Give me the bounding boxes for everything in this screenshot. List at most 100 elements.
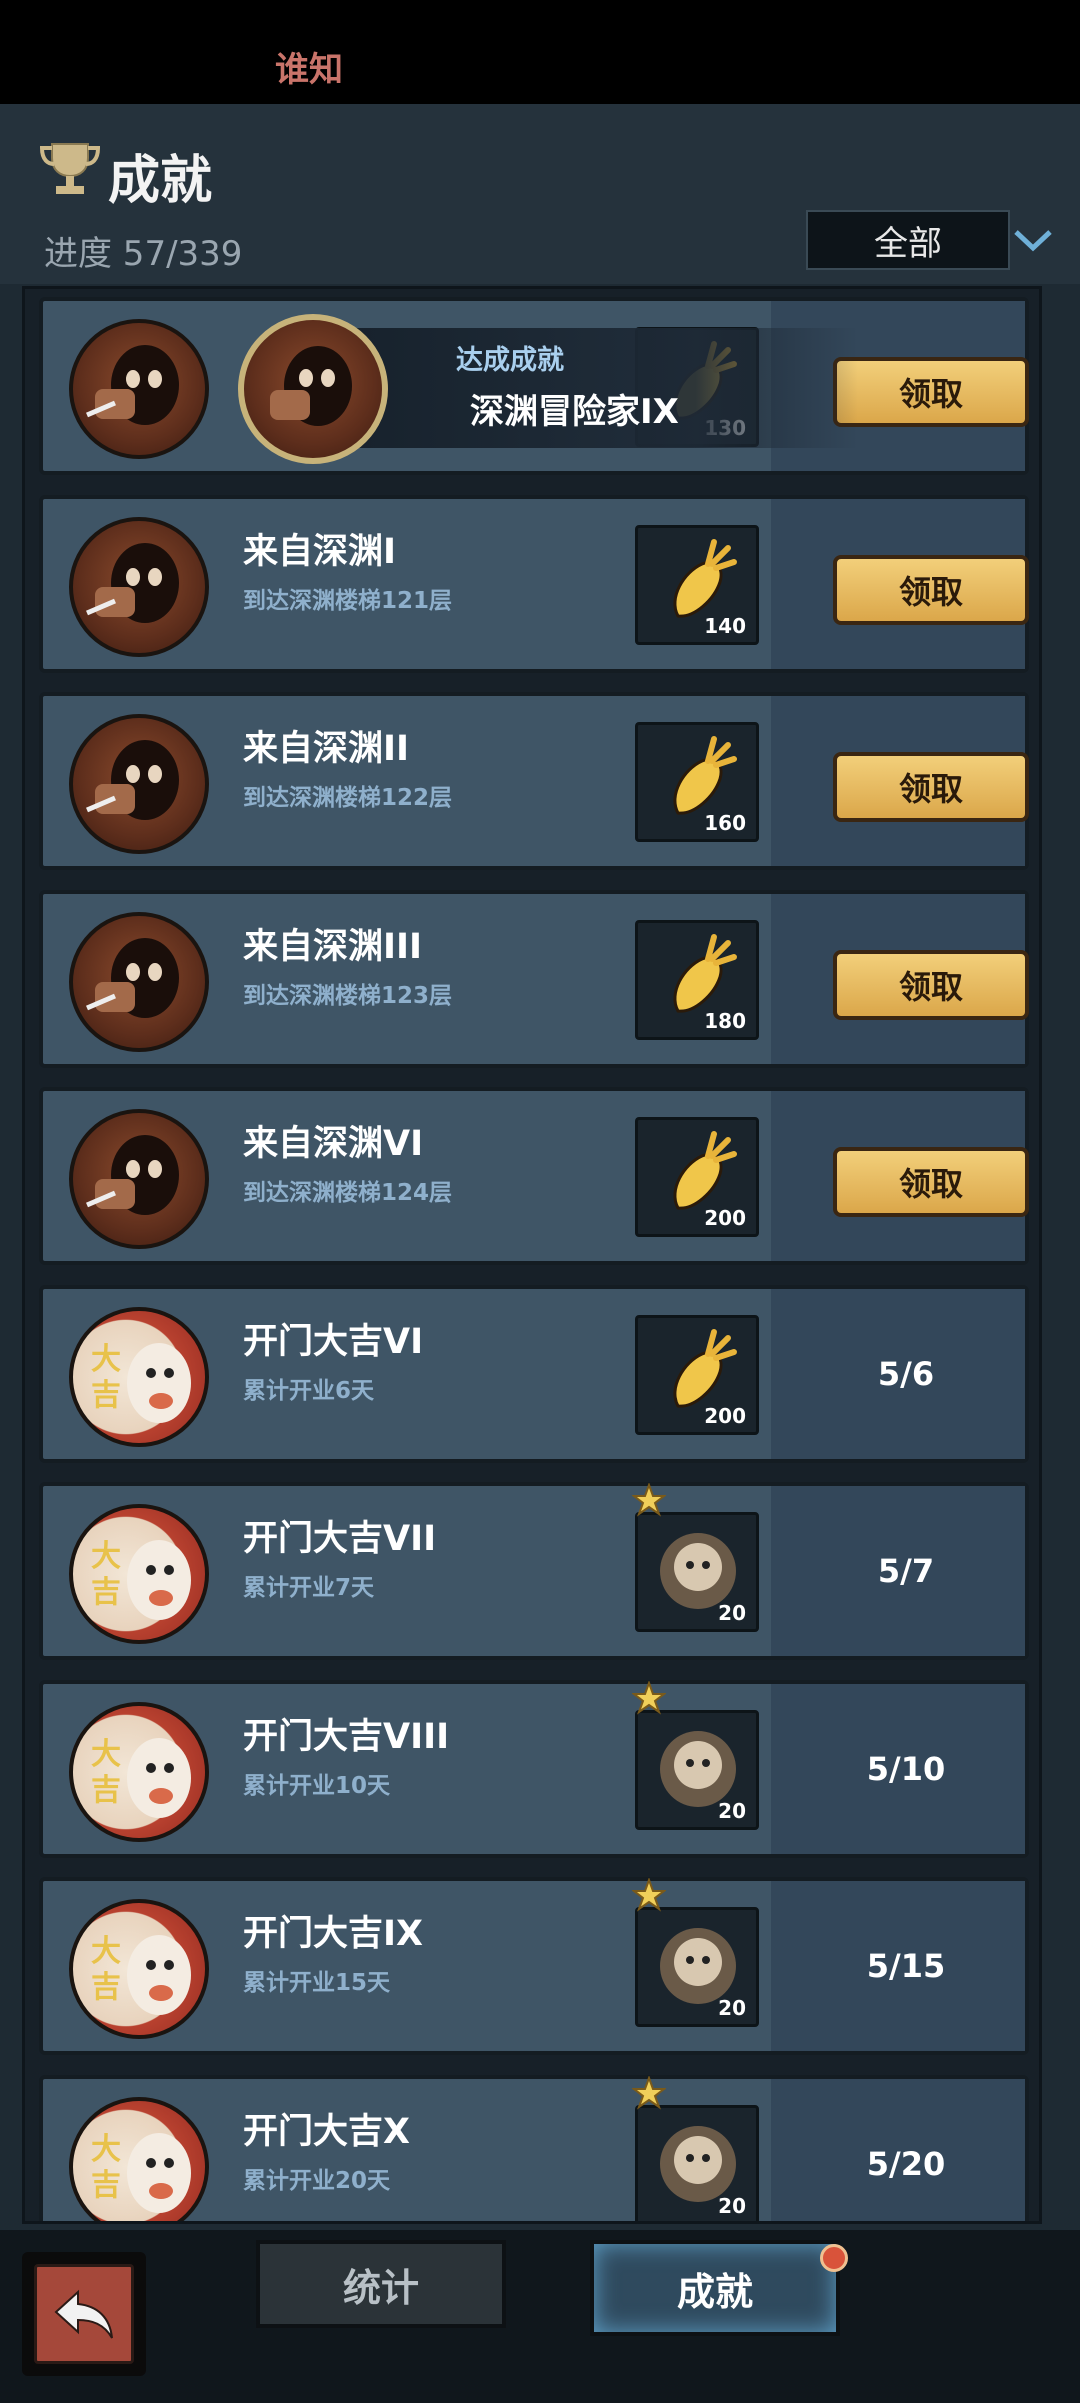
svg-text:大: 大 xyxy=(91,1737,121,1772)
toast-avatar xyxy=(238,314,388,464)
tab-stats-label: 统计 xyxy=(342,2265,419,2310)
achievement-list[interactable]: 130领取来自深渊I到达深渊楼梯121层140领取来自深渊II到达深渊楼梯122… xyxy=(22,286,1042,2224)
achievement-toast: 达成成就 深渊冒险家IX xyxy=(238,314,858,464)
abyss-character-avatar xyxy=(69,1109,209,1249)
svg-text:大: 大 xyxy=(91,2132,121,2167)
claim-button[interactable]: 领取 xyxy=(833,357,1029,427)
achievement-desc: 累计开业20天 xyxy=(243,2167,391,2194)
progress-text: 进度 57/339 xyxy=(44,234,243,274)
achievement-name: 开门大吉VIII xyxy=(243,1716,450,1757)
achievement-progress: 5/20 xyxy=(866,2144,946,2183)
achievement-desc: 到达深渊楼梯124层 xyxy=(243,1180,453,1206)
notification-badge xyxy=(820,2244,848,2272)
achievement-name: 来自深渊II xyxy=(243,729,410,769)
svg-text:吉: 吉 xyxy=(91,2168,121,2203)
lucky-merchant-avatar: 大吉 xyxy=(69,1899,209,2039)
svg-text:吉: 吉 xyxy=(91,1575,121,1610)
reward-count: 180 xyxy=(704,1008,746,1033)
bottom-nav xyxy=(0,2230,1080,2403)
svg-text:吉: 吉 xyxy=(91,1378,121,1413)
achievement-card: 大吉开门大吉VIII 累计开业10天 20 5/10 xyxy=(39,1679,1029,1858)
svg-text:大: 大 xyxy=(91,1539,121,1574)
back-button[interactable] xyxy=(22,2252,146,2376)
achievement-card: 来自深渊III 到达深渊楼梯123层 180 领取 xyxy=(39,889,1029,1068)
reward-slot[interactable]: 20 xyxy=(632,1483,759,1632)
reward-count: 200 xyxy=(704,1206,746,1230)
achievement-card: 大吉开门大吉VII 累计开业7天 20 5/7 xyxy=(39,1482,1029,1660)
achievement-desc: 累计开业6天 xyxy=(243,1377,375,1404)
claim-button[interactable]: 领取 xyxy=(833,752,1029,822)
svg-text:吉: 吉 xyxy=(91,1773,121,1808)
star-icon xyxy=(632,2075,666,2110)
back-button-face xyxy=(34,2264,134,2364)
star-icon xyxy=(632,1680,666,1715)
reward-slot[interactable]: 160 xyxy=(635,722,759,842)
trophy-icon xyxy=(39,143,101,194)
filter-value: 全部 xyxy=(874,223,942,264)
reward-count: 200 xyxy=(704,1403,746,1428)
achievement-desc: 到达深渊楼梯123层 xyxy=(243,982,453,1009)
back-arrow-icon xyxy=(54,2289,113,2339)
achievement-desc: 累计开业7天 xyxy=(243,1575,375,1601)
achievement-card: 来自深渊VI 到达深渊楼梯124层 200 领取 xyxy=(39,1087,1029,1265)
status-app-name: 谁知 xyxy=(275,50,343,90)
achievement-progress: 5/15 xyxy=(866,1947,946,1985)
reward-slot[interactable]: 20 xyxy=(632,1878,759,2027)
achievement-name: 开门大吉X xyxy=(243,2111,410,2152)
reward-count: 20 xyxy=(718,2193,746,2218)
abyss-character-avatar xyxy=(69,319,209,459)
achievement-card: 来自深渊II 到达深渊楼梯122层 160 领取 xyxy=(39,692,1029,870)
reward-slot[interactable]: 180 xyxy=(635,919,759,1040)
achievement-card: 大吉开门大吉VI 累计开业6天 200 5/6 xyxy=(39,1284,1029,1463)
status-bar: 谁知 xyxy=(0,0,1080,104)
reward-count: 20 xyxy=(718,1601,746,1625)
claim-button[interactable]: 领取 xyxy=(833,1147,1029,1217)
svg-text:大: 大 xyxy=(91,1934,121,1969)
achievement-card: 大吉 开门大吉X 累计开业20天 20 5/20 xyxy=(39,2074,1029,2221)
achievement-name: 开门大吉VII xyxy=(243,1519,437,1559)
achievement-progress: 5/6 xyxy=(877,1354,935,1393)
reward-slot[interactable]: 200 xyxy=(635,1314,759,1435)
star-icon xyxy=(632,1878,666,1912)
toast-label: 达成成就 xyxy=(456,345,564,376)
tab-achievements-label: 成就 xyxy=(676,2269,753,2314)
reward-slot[interactable]: 140 xyxy=(635,524,759,645)
reward-count: 20 xyxy=(718,1798,746,1823)
tab-achievements[interactable]: 成就 xyxy=(590,2240,840,2336)
abyss-character-avatar xyxy=(69,516,209,657)
abyss-character-icon xyxy=(270,346,352,426)
claim-button[interactable]: 领取 xyxy=(833,554,1029,625)
tab-stats[interactable]: 统计 xyxy=(256,2240,506,2328)
page-title: 成就 xyxy=(108,151,213,211)
achievement-progress: 5/10 xyxy=(866,1749,946,1788)
lucky-merchant-avatar: 大吉 xyxy=(69,1306,209,1447)
reward-count: 140 xyxy=(704,613,746,638)
reward-slot[interactable]: 200 xyxy=(635,1117,759,1237)
abyss-character-avatar xyxy=(69,911,209,1052)
achievement-desc: 累计开业10天 xyxy=(243,1772,391,1799)
achievement-card: 来自深渊I 到达深渊楼梯121层 140 领取 xyxy=(39,494,1029,673)
reward-slot[interactable]: 20 xyxy=(632,2075,759,2221)
achievement-desc: 到达深渊楼梯122层 xyxy=(243,785,453,811)
svg-text:吉: 吉 xyxy=(91,1970,121,2005)
achievement-name: 开门大吉VI xyxy=(243,1321,424,1362)
lucky-merchant-avatar: 大吉 xyxy=(69,1701,209,1842)
achievement-desc: 累计开业15天 xyxy=(243,1970,391,1996)
reward-slot[interactable]: 20 xyxy=(632,1680,759,1830)
achievement-name: 来自深渊I xyxy=(243,531,397,572)
achievement-desc: 到达深渊楼梯121层 xyxy=(243,587,453,614)
reward-count: 20 xyxy=(718,1996,746,2020)
achievement-progress: 5/7 xyxy=(877,1552,935,1590)
filter-select[interactable]: 全部 xyxy=(806,210,1010,270)
abyss-character-avatar xyxy=(69,714,209,854)
claim-button[interactable]: 领取 xyxy=(833,949,1029,1020)
lucky-merchant-avatar: 大吉 xyxy=(69,1504,209,1644)
toast-achievement-name: 深渊冒险家IX xyxy=(470,392,679,432)
reward-count: 160 xyxy=(704,811,746,835)
svg-text:大: 大 xyxy=(91,1342,121,1377)
achievement-name: 开门大吉IX xyxy=(243,1914,424,1954)
star-icon xyxy=(632,1483,666,1517)
chevron-down-icon[interactable] xyxy=(1012,224,1054,254)
achievement-card: 大吉开门大吉IX 累计开业15天 20 5/15 xyxy=(39,1877,1029,2055)
achievement-name: 来自深渊VI xyxy=(243,1124,424,1164)
